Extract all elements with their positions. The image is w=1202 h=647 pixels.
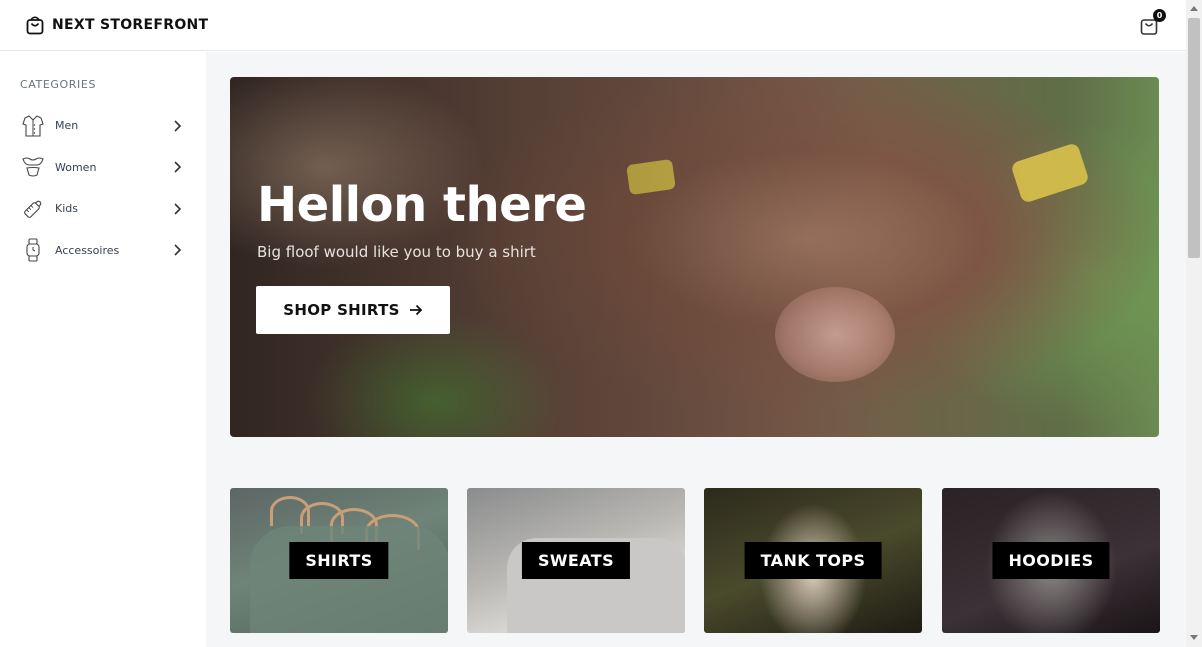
hero-subtitle: Big floof would like you to buy a shirt (257, 243, 536, 261)
scrollbar-thumb[interactable] (1188, 18, 1200, 258)
tile-tank-tops[interactable]: TANK TOPS (704, 488, 922, 633)
sidebar-item-kids[interactable]: Kids (20, 188, 186, 230)
sidebar-item-men[interactable]: Men (20, 105, 186, 147)
chevron-right-icon (174, 203, 182, 215)
tile-label: SHIRTS (289, 542, 389, 579)
brand-link[interactable]: NEXT STOREFRONT (26, 16, 208, 35)
categories-heading: CATEGORIES (20, 78, 97, 91)
tile-sweats[interactable]: SWEATS (467, 488, 685, 633)
sidebar-item-label: Men (55, 119, 79, 133)
shop-shirts-button[interactable]: SHOP SHIRTS (256, 286, 450, 334)
chevron-right-icon (174, 244, 182, 256)
scroll-up-icon[interactable] (1190, 6, 1198, 11)
category-tiles: SHIRTS SWEATS TANK TOPS HOODIES (230, 488, 1160, 633)
tile-label: HOODIES (992, 542, 1110, 579)
hero-banner: Hellon there Big floof would like you to… (230, 77, 1159, 437)
sidebar-item-women[interactable]: Women (20, 147, 186, 189)
main-content: Hellon there Big floof would like you to… (206, 52, 1186, 647)
sidebar-item-label: Women (55, 160, 97, 174)
page-scrollbar[interactable] (1186, 0, 1202, 647)
scroll-down-icon[interactable] (1190, 635, 1198, 640)
tile-hoodies[interactable]: HOODIES (942, 488, 1160, 633)
hero-title: Hellon there (257, 177, 587, 233)
baby-bottle-icon (20, 196, 46, 222)
dress-icon (20, 154, 46, 180)
chevron-right-icon (174, 161, 182, 173)
shirt-icon (20, 113, 46, 139)
cart-count-badge: 0 (1153, 9, 1166, 22)
shop-shirts-label: SHOP SHIRTS (283, 301, 400, 319)
watch-icon (20, 237, 46, 263)
tile-label: TANK TOPS (744, 542, 882, 579)
cart-button[interactable]: 0 (1140, 9, 1166, 37)
sidebar-item-label: Kids (55, 202, 78, 216)
chevron-right-icon (174, 120, 182, 132)
tile-shirts[interactable]: SHIRTS (230, 488, 448, 633)
sidebar: CATEGORIES Men Women Kids Accessoires (0, 52, 206, 647)
arrow-right-icon (409, 304, 423, 316)
sidebar-item-label: Accessoires (55, 243, 120, 257)
tile-label: SWEATS (521, 542, 631, 579)
brand-name: NEXT STOREFRONT (52, 17, 209, 33)
top-navbar: NEXT STOREFRONT 0 (0, 0, 1186, 51)
shopping-bag-icon (26, 16, 44, 35)
sidebar-item-accessoires[interactable]: Accessoires (20, 230, 186, 272)
